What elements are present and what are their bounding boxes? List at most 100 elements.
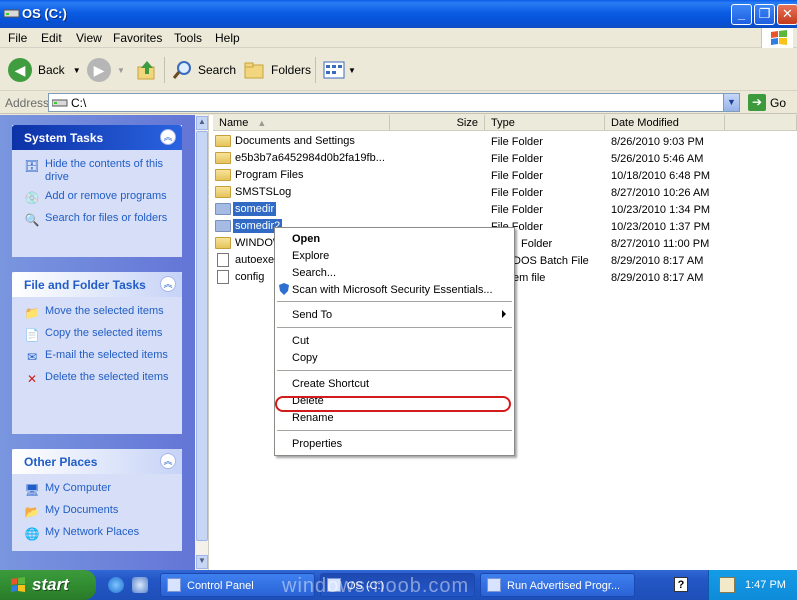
- menu-cut[interactable]: Cut: [292, 335, 309, 347]
- file-type: em file: [513, 272, 546, 284]
- move-items-link[interactable]: 📁 Move the selected items: [24, 305, 176, 321]
- forward-button[interactable]: ▶ ▼: [87, 57, 125, 83]
- menu-scan-security-essentials[interactable]: Scan with Microsoft Security Essentials.…: [292, 284, 493, 296]
- title-bar[interactable]: OS (C:) _ ❐ ✕: [0, 0, 797, 28]
- help-icon[interactable]: ?: [674, 577, 688, 592]
- column-name[interactable]: Name ▲: [213, 115, 390, 131]
- file-row-selected[interactable]: somedir File Folder 10/23/2010 1:34 PM: [213, 202, 793, 219]
- menu-copy[interactable]: Copy: [292, 352, 318, 364]
- address-input[interactable]: C:\ ▼: [48, 93, 740, 112]
- menu-search[interactable]: Search...: [292, 267, 336, 279]
- file-name: Documents and Settings: [235, 135, 355, 147]
- menu-edit[interactable]: Edit: [41, 31, 62, 45]
- my-documents-link[interactable]: 📂 My Documents: [24, 504, 176, 520]
- file-row[interactable]: Documents and Settings File Folder 8/26/…: [213, 134, 793, 151]
- file-date: 8/29/2010 8:17 AM: [611, 272, 704, 284]
- system-tasks-header[interactable]: System Tasks ︽: [12, 125, 182, 150]
- search-files-link[interactable]: 🔍 Search for files or folders: [24, 212, 176, 228]
- file-row[interactable]: e5b3b7a6452984d0b2fa19fb... File Folder …: [213, 151, 793, 168]
- hide-drive-contents-link[interactable]: 🗄 Hide the contents of this drive: [24, 158, 176, 184]
- file-name: autoexe: [235, 254, 275, 266]
- maximize-button[interactable]: ❐: [754, 4, 775, 25]
- collapse-chevron-icon[interactable]: ︽: [160, 453, 176, 469]
- copy-items-link[interactable]: 📄 Copy the selected items: [24, 327, 176, 343]
- taskbar-item-run-advertised[interactable]: Run Advertised Progr...: [480, 573, 635, 597]
- other-places-panel: Other Places ︽ 🖥 My Computer 📂 My Docume…: [12, 449, 182, 551]
- column-filler: [725, 115, 797, 131]
- collapse-chevron-icon[interactable]: ︽: [160, 129, 176, 145]
- file-name: e5b3b7a6452984d0b2fa19fb...: [235, 152, 385, 164]
- folder-icon: [215, 135, 231, 147]
- column-size[interactable]: Size: [390, 115, 485, 131]
- file-type: File Folder: [491, 153, 543, 165]
- column-size-label: Size: [456, 117, 478, 129]
- scroll-up-icon[interactable]: ▲: [196, 116, 208, 130]
- chevron-down-icon[interactable]: ▼: [117, 66, 125, 75]
- file-date: 10/23/2010 1:34 PM: [611, 204, 711, 216]
- menu-properties[interactable]: Properties: [292, 438, 342, 450]
- folder-icon: [215, 169, 231, 181]
- menu-separator: [277, 327, 512, 328]
- folder-icon: [215, 186, 231, 198]
- file-folder-tasks-header[interactable]: File and Folder Tasks ︽: [12, 272, 182, 297]
- menu-open[interactable]: Open: [292, 233, 320, 245]
- internet-explorer-icon[interactable]: [108, 577, 124, 593]
- minimize-button[interactable]: _: [731, 4, 752, 25]
- menu-tools[interactable]: Tools: [174, 31, 202, 45]
- start-button[interactable]: start: [0, 570, 96, 600]
- search-button[interactable]: Search: [172, 57, 236, 83]
- folder-icon: [215, 237, 231, 249]
- tray-icon[interactable]: [719, 577, 735, 593]
- my-computer-link[interactable]: 🖥 My Computer: [24, 482, 176, 498]
- add-remove-programs-link[interactable]: 💿 Add or remove programs: [24, 190, 176, 206]
- menu-explore[interactable]: Explore: [292, 250, 329, 262]
- menu-favorites[interactable]: Favorites: [113, 31, 162, 45]
- menu-create-shortcut[interactable]: Create Shortcut: [292, 378, 369, 390]
- delete-items-link[interactable]: ✕ Delete the selected items: [24, 371, 176, 387]
- run-advertised-icon: [487, 578, 501, 592]
- file-type: File Folder: [491, 204, 543, 216]
- menu-help[interactable]: Help: [215, 31, 240, 45]
- system-tasks-panel: System Tasks ︽ 🗄 Hide the contents of th…: [12, 125, 182, 257]
- task-pane: System Tasks ︽ 🗄 Hide the contents of th…: [0, 115, 195, 570]
- left-pane-scrollbar[interactable]: ▲ ▼: [195, 115, 209, 570]
- back-button[interactable]: ◀ Back ▼: [8, 57, 81, 83]
- my-network-places-link[interactable]: 🌐 My Network Places: [24, 526, 176, 542]
- email-items-link[interactable]: ✉ E-mail the selected items: [24, 349, 176, 365]
- scroll-down-icon[interactable]: ▼: [196, 555, 208, 569]
- menu-bar: File Edit View Favorites Tools Help: [0, 28, 797, 48]
- chevron-down-icon[interactable]: ▼: [73, 66, 81, 75]
- menu-view[interactable]: View: [76, 31, 102, 45]
- up-folder-button[interactable]: [136, 57, 158, 83]
- file-row[interactable]: Program Files File Folder 10/18/2010 6:4…: [213, 168, 793, 185]
- column-type[interactable]: Type: [485, 115, 605, 131]
- folders-button[interactable]: Folders: [244, 57, 311, 83]
- link-label: Search for files or folders: [45, 212, 168, 224]
- window-title: OS (C:): [22, 6, 67, 21]
- views-button[interactable]: ▼: [323, 57, 356, 83]
- context-menu: Open Explore Search... Scan with Microso…: [274, 227, 515, 456]
- file-date: 10/18/2010 6:48 PM: [611, 170, 711, 182]
- scroll-thumb[interactable]: [196, 131, 208, 541]
- other-places-header[interactable]: Other Places ︽: [12, 449, 182, 474]
- go-arrow-icon: ➔: [748, 94, 766, 111]
- menu-file[interactable]: File: [8, 31, 27, 45]
- address-value: C:\: [71, 96, 87, 110]
- go-button[interactable]: ➔ Go: [748, 94, 786, 111]
- file-type: Folder: [521, 238, 553, 250]
- file-date: 8/26/2010 9:03 PM: [611, 136, 704, 148]
- column-date[interactable]: Date Modified: [605, 115, 725, 131]
- file-type: File Folder: [491, 170, 543, 182]
- collapse-chevron-icon[interactable]: ︽: [160, 276, 176, 292]
- quick-launch-icon[interactable]: [132, 577, 148, 593]
- menu-rename[interactable]: Rename: [292, 412, 334, 424]
- file-name: Program Files: [235, 169, 304, 181]
- address-bar: Address C:\ ▼ ➔ Go: [0, 92, 797, 114]
- file-row[interactable]: SMSTSLog File Folder 8/27/2010 10:26 AM: [213, 185, 793, 202]
- file-folder-tasks-panel: File and Folder Tasks ︽ 📁 Move the selec…: [12, 272, 182, 434]
- search-icon: [172, 61, 191, 79]
- clock[interactable]: 1:47 PM: [745, 579, 786, 591]
- menu-send-to[interactable]: Send To: [292, 309, 332, 321]
- close-button[interactable]: ✕: [777, 4, 797, 25]
- address-dropdown-button[interactable]: ▼: [723, 94, 739, 111]
